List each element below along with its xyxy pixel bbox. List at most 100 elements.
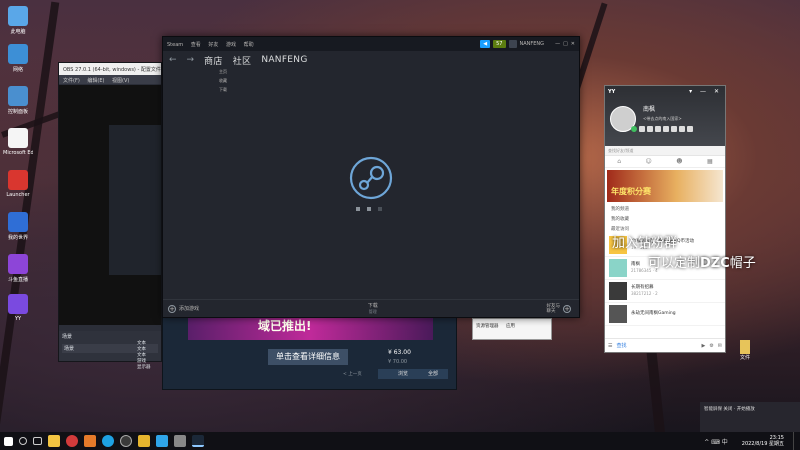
details-button[interactable]: 单击查看详细信息 [268, 349, 348, 365]
yy-ad-text: 年度积分赛 [611, 187, 651, 196]
dropdown-collection[interactable]: 收藏 [219, 76, 227, 85]
all-button[interactable]: 全部 [418, 369, 448, 379]
desktop-icon[interactable]: 网络 [3, 44, 33, 73]
friends-chat-button[interactable]: 好友与 聊天 [547, 304, 561, 314]
announce-icon[interactable]: ◀ [480, 40, 491, 48]
desktop-icon[interactable]: 此电脑 [3, 6, 33, 35]
store-dropdown: 主页 收藏 下载 [219, 67, 227, 94]
add-game-icon[interactable]: + [168, 304, 176, 313]
group-icon[interactable]: ☻ [676, 158, 682, 165]
home-icon[interactable]: ⌂ [617, 158, 621, 165]
menu-my-favorites[interactable]: 我的收藏 [605, 214, 725, 224]
yy-window[interactable]: YY ▾ — ✕ 南枫 <带去点的南入国家> 查找好友/频道 ⌂ ☺ ☻ ▦ 年… [604, 85, 726, 353]
avatar-icon[interactable] [508, 40, 517, 48]
app-icon [8, 294, 28, 314]
friends-add-icon[interactable]: + [563, 304, 571, 313]
popup-text2[interactable]: 应用 [506, 324, 515, 329]
obs-menu-edit[interactable]: 编辑(E) [87, 78, 104, 84]
edge-icon[interactable] [102, 435, 114, 447]
back-arrow-icon[interactable]: ← [169, 55, 177, 65]
app-orange-icon[interactable] [84, 435, 96, 447]
steam-menu-view[interactable]: 查看 [191, 42, 201, 48]
obs-preview [59, 85, 161, 325]
add-game-button[interactable]: 添加游戏 [179, 305, 199, 312]
taskbar: ^ ⌨ 中 23:15 2022/8/19 星期五 [0, 432, 800, 450]
message-icon[interactable]: ✉ [718, 343, 722, 349]
desktop-file[interactable]: 文件 [735, 340, 755, 361]
yy-signature[interactable]: <带去点的南入国家> [643, 116, 682, 122]
desktop-icon-label: Launcher [6, 192, 30, 198]
overlay-text-a: 可以定制 [648, 256, 701, 271]
downloads-button[interactable]: 下载 [368, 303, 378, 309]
app-grey-icon[interactable] [174, 435, 186, 447]
maximize-icon[interactable]: □ [563, 41, 568, 47]
yy-tabs: ⌂ ☺ ☻ ▦ [605, 156, 725, 168]
windows-start-icon[interactable] [4, 436, 13, 446]
obs-menu-view[interactable]: 视图(V) [112, 78, 129, 84]
menu-my-channels[interactable]: 我的频道 [605, 204, 725, 214]
dropdown-home[interactable]: 主页 [219, 67, 227, 76]
desktop-icon[interactable]: Launcher [3, 170, 33, 198]
close-icon[interactable]: ✕ [571, 41, 575, 47]
desktop-icon[interactable]: YY [3, 294, 33, 322]
desktop-file-label: 文件 [739, 355, 750, 361]
dropdown-downloads[interactable]: 下载 [219, 85, 227, 94]
tab-community[interactable]: 社区 [233, 54, 252, 67]
menu-icon[interactable]: ☰ [608, 343, 612, 349]
notification-text: 智能屏保 关闭 · 开始播放 [704, 407, 755, 412]
clock[interactable]: 23:15 2022/8/19 星期五 [742, 435, 784, 447]
stream-overlay-line1: 加入钻粉群 [612, 236, 678, 251]
friends-icon[interactable]: ☺ [646, 158, 652, 165]
list-item[interactable]: 永劫无间南枫Gaming [605, 303, 725, 326]
account-name[interactable]: NANFENG [520, 41, 545, 47]
steam-menu-steam[interactable]: Steam [167, 42, 183, 48]
desktop-icon-label: YY [14, 316, 22, 322]
steam-menu-help[interactable]: 帮助 [244, 42, 254, 48]
app-yellow-icon[interactable] [138, 435, 150, 447]
steam-menu-friends[interactable]: 好友 [208, 42, 218, 48]
overlay-text-c: 帽子 [729, 256, 756, 271]
notification-toast[interactable]: 智能屏保 关闭 · 开始播放 [700, 402, 800, 432]
steam-taskbar-icon[interactable] [192, 435, 204, 447]
yy-nickname: 南枫 [643, 106, 656, 113]
desktop-icon[interactable]: 斗鱼直播 [3, 254, 33, 283]
yy-find-button[interactable]: 查找 [616, 342, 626, 349]
yy-window-controls[interactable]: ▾ — ✕ [689, 88, 722, 95]
desktop-icon[interactable]: Microsoft Edge [3, 128, 33, 156]
minimize-icon[interactable]: — [555, 41, 560, 47]
settings-icon[interactable]: ⚙ [709, 343, 713, 349]
desktop-icon[interactable]: 我的世界 [3, 212, 33, 241]
tab-store[interactable]: 商店 [204, 54, 223, 67]
forward-arrow-icon[interactable]: → [187, 55, 195, 65]
show-desktop-button[interactable] [793, 432, 796, 450]
yy-search-input[interactable]: 查找好友/频道 [605, 146, 725, 156]
app-blue-icon[interactable] [156, 435, 168, 447]
desktop-icon-label: Microsoft Edge [3, 150, 33, 156]
steam-bottombar: + 添加游戏 下载 管理 好友与 聊天 + [163, 299, 579, 317]
prev-page-link[interactable]: < 上一页 [343, 371, 362, 377]
list-item[interactable]: 长期有招募 38217212 · 2 [605, 280, 725, 303]
obs-menu-file[interactable]: 文件(F) [63, 78, 80, 84]
obs-source-display[interactable]: 显示器 [137, 365, 151, 371]
steam-menu-games[interactable]: 游戏 [226, 42, 236, 48]
obs-menubar: 文件(F) 编辑(E) 视图(V) [59, 75, 161, 84]
yy-ad-banner[interactable]: 年度积分赛 [607, 170, 723, 202]
video-icon[interactable]: ▶ [701, 343, 705, 349]
obs-icon[interactable] [120, 435, 132, 447]
netease-music-icon[interactable] [66, 435, 78, 447]
explorer-icon[interactable] [48, 435, 60, 447]
desktop-icon[interactable]: 控制面板 [3, 86, 33, 115]
apps-icon[interactable]: ▦ [707, 158, 713, 165]
task-view-icon[interactable] [33, 437, 42, 445]
list-item-sub: 38217212 · 2 [631, 291, 658, 296]
obs-window[interactable]: OBS 27.0.1 (64-bit, windows) - 配置文件 文件(F… [58, 62, 162, 370]
list-item-title: 永劫无间南枫Gaming [631, 311, 676, 316]
search-icon[interactable] [19, 437, 27, 445]
app-icon [8, 86, 28, 106]
system-tray[interactable]: ^ ⌨ 中 [704, 437, 728, 446]
steam-window[interactable]: Steam 查看 好友 游戏 帮助 ◀ 57 NANFENG — □ ✕ ← →… [162, 36, 580, 318]
tab-profile[interactable]: NANFENG [261, 55, 307, 65]
app-icon [8, 128, 28, 148]
points-badge[interactable]: 57 [493, 40, 506, 48]
app-icon [8, 254, 28, 274]
